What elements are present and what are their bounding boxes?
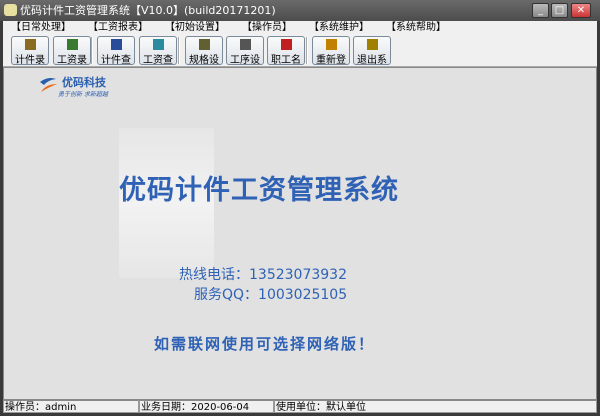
employee-roster-icon [280,39,292,50]
toolbar: 计件录入工资录入计件查询工资查询规格设置工序设置职工名册重新登陆退出系统 [3,34,597,81]
toolbar-separator [178,37,180,64]
toolbar-button-7[interactable]: 重新登陆 [312,36,350,81]
network-version-promo: 如需联网使用可选择网络版！ [154,335,376,353]
toolbar-separator [91,37,93,64]
hotline-text: 热线电话：13523073932 [179,267,347,283]
menu-item-4[interactable]: 【系统维护】 [309,21,369,34]
status-operator: 操作员：admin [3,400,139,413]
app-icon [4,4,17,16]
app-frame: 【日常处理】 【工资报表】 【初始设置】 【操作员】 【系统维护】 【系统帮助】 计件录入… [3,21,597,413]
toolbar-button-1[interactable]: 工资录入 [53,36,91,81]
piece-entry-icon [24,39,36,50]
exit-icon [366,39,378,50]
toolbar-button-4[interactable]: 规格设置 [185,36,223,81]
close-button[interactable]: ✕ [571,3,591,18]
menu-item-1[interactable]: 【工资报表】 [88,21,148,34]
piece-query-icon [110,39,122,50]
service-qq-text: 服务QQ：1003025105 [194,287,348,303]
spec-settings-icon [198,39,210,50]
menu-bar: 【日常处理】 【工资报表】 【初始设置】 【操作员】 【系统维护】 【系统帮助】 [3,21,597,34]
toolbar-button-3[interactable]: 工资查询 [139,36,177,81]
menu-item-5[interactable]: 【系统帮助】 [386,21,446,34]
logo-slogan: 勇于创新 求新超越 [58,91,108,98]
toolbar-button-2[interactable]: 计件查询 [97,36,135,81]
maximize-button[interactable]: □ [551,3,568,18]
process-settings-icon [239,39,251,50]
logo-name: 优码科技 [62,76,106,89]
window-title: 优码计件工资管理系统【V10.0】(build20171201) [20,4,276,17]
status-unit: 使用单位：默认单位 [274,400,597,413]
toolbar-button-8[interactable]: 退出系统 [353,36,391,81]
wage-entry-icon [66,39,78,50]
title-bar: 优码计件工资管理系统【V10.0】(build20171201) _ □ ✕ [0,0,600,21]
toolbar-button-5[interactable]: 工序设置 [226,36,264,81]
main-panel: 优码科技 勇于创新 求新超越 优码计件工资管理系统 热线电话：135230739… [3,67,597,400]
minimize-button[interactable]: _ [532,3,549,18]
menu-item-0[interactable]: 【日常处理】 [11,21,71,34]
logo-mark-icon [40,78,57,92]
toolbar-button-0[interactable]: 计件录入 [11,36,49,81]
status-bar: 操作员：admin 业务日期：2020-06-04 使用单位：默认单位 [3,400,597,413]
menu-item-2[interactable]: 【初始设置】 [165,21,225,34]
relogin-icon [325,39,337,50]
wage-query-icon [152,39,164,50]
system-title: 优码计件工资管理系统 [119,175,399,206]
toolbar-button-6[interactable]: 职工名册 [267,36,305,81]
menu-item-3[interactable]: 【操作员】 [242,21,292,34]
status-business-date: 业务日期：2020-06-04 [139,400,274,413]
toolbar-separator [306,37,308,64]
